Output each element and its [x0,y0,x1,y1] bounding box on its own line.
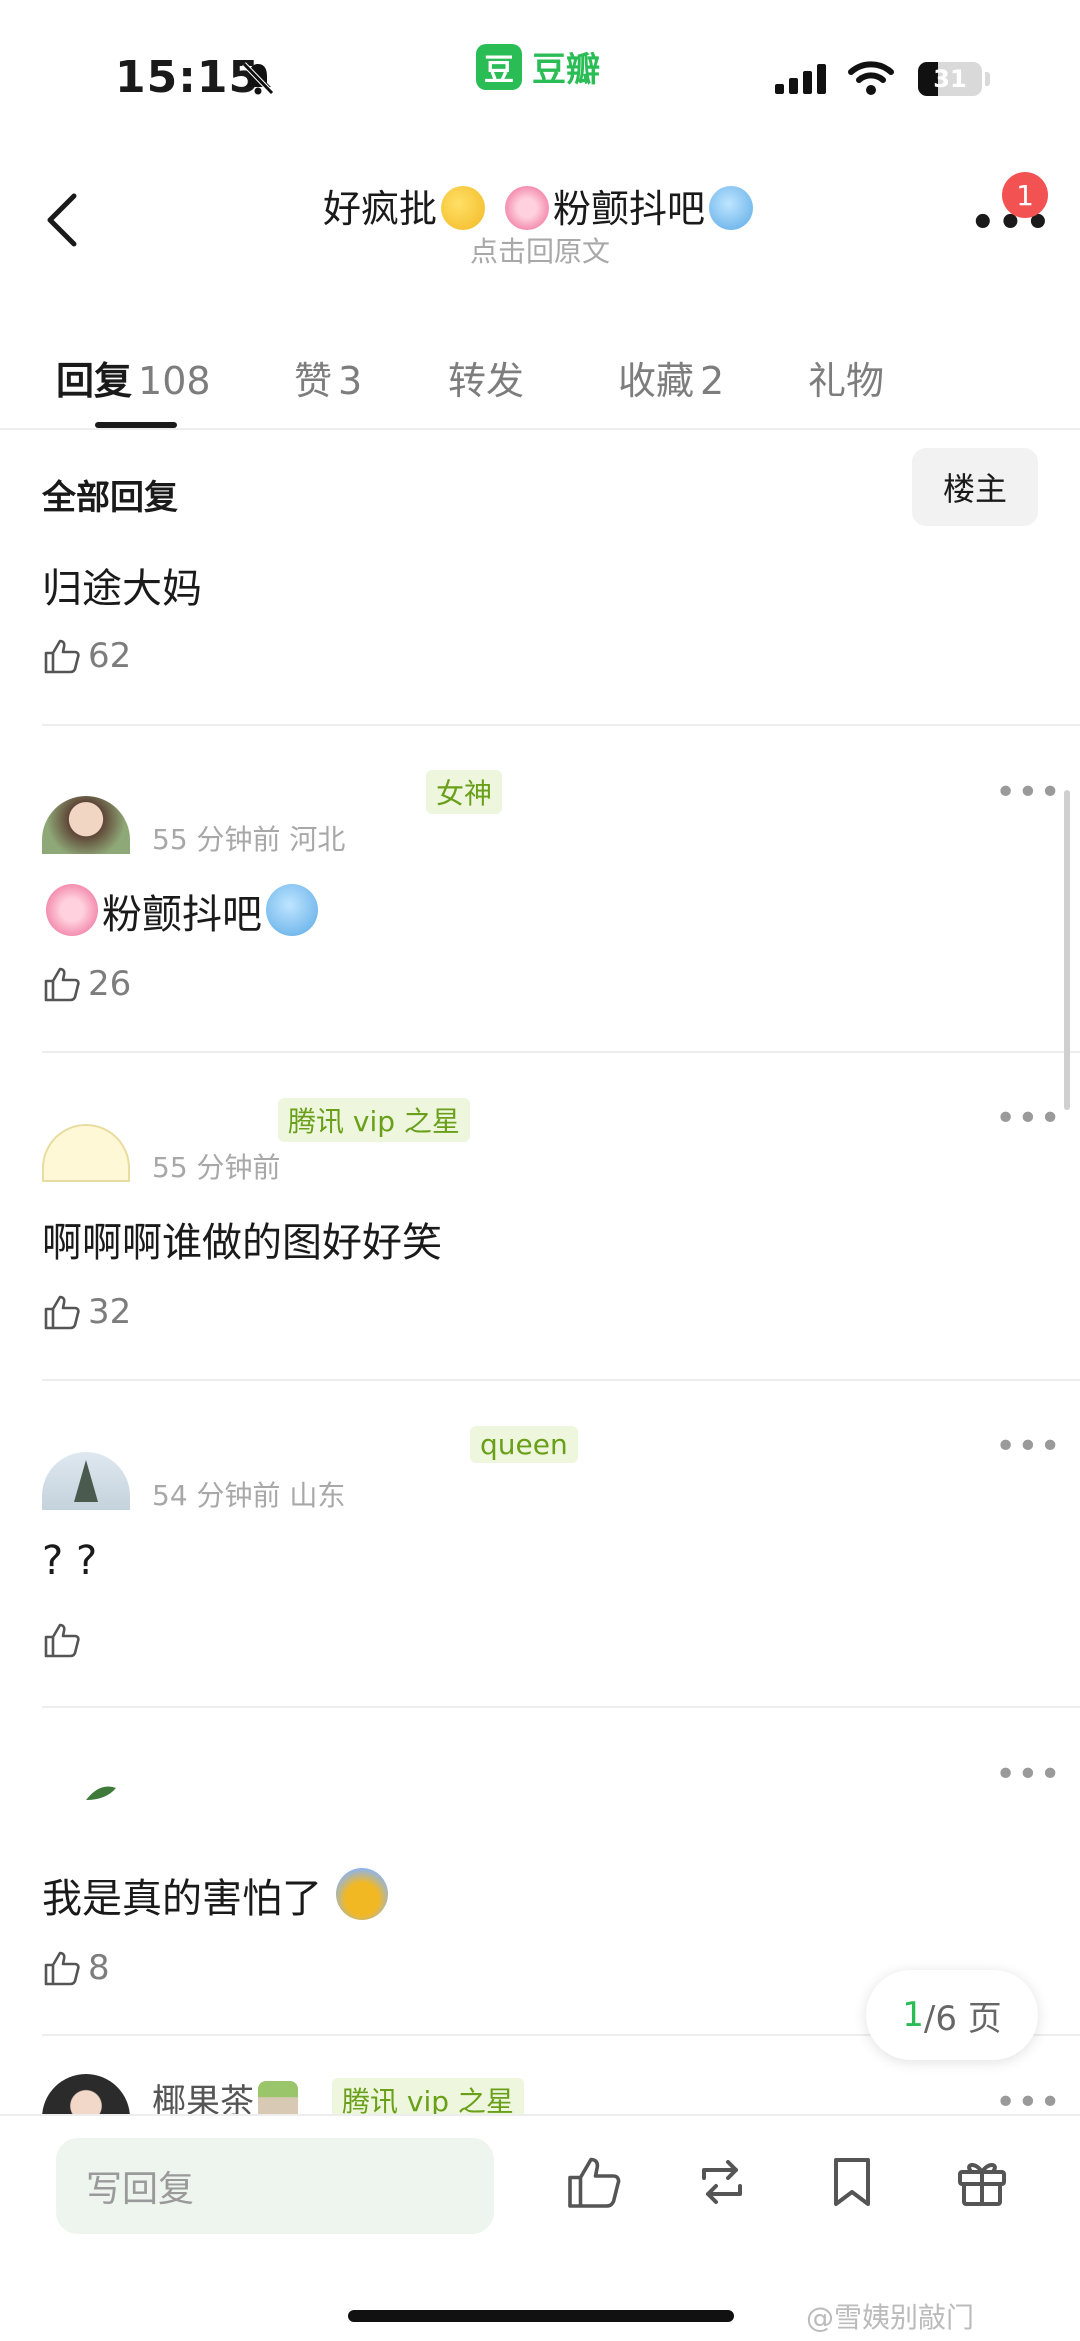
page-title[interactable]: 好疯批 粉颤抖吧 [0,178,1080,233]
user-badge: 女神 [426,770,503,814]
screaming-face-icon [336,1868,388,1920]
watermark: @雪姨别敲门 [806,2301,975,2334]
comment-text: 我是真的害怕了 [42,1866,392,1924]
like-button[interactable]: 32 [42,1292,131,1332]
tab-likes[interactable]: 赞3 [294,350,362,405]
divider [42,724,1080,726]
comment-text: 归途大妈 [42,566,202,612]
cold-face-icon [709,186,754,230]
comment-text: 啊啊啊谁做的图好好笑 [42,1220,442,1266]
thumbs-up-icon [44,1295,80,1330]
woozy-face-icon [440,186,485,230]
home-indicator[interactable] [348,2310,734,2322]
like-button[interactable]: 8 [42,1948,110,1988]
like-button[interactable]: 26 [42,964,131,1004]
tab-label: 赞 [294,359,333,403]
avatar[interactable] [42,1452,130,1510]
douban-logo-icon: 豆 [476,43,522,90]
avatar[interactable] [42,1124,130,1182]
status-time: 15:15 [115,52,261,103]
cherry-blossom-icon [46,884,98,936]
title-suffix: 粉颤抖吧 [553,187,706,231]
gift-icon[interactable] [952,2152,1012,2212]
like-button[interactable]: 62 [42,636,131,676]
reply-input[interactable]: 写回复 [56,2138,494,2234]
thumbs-up-icon [44,639,80,674]
tab-replies[interactable]: 回复 108 [56,350,211,405]
status-bar: 15:15 豆 豆瓣 31 [0,0,1080,150]
app-badge[interactable]: 豆 豆瓣 [476,42,600,91]
thumbs-up-icon [44,1623,80,1658]
tab-label: 收藏 [618,359,695,403]
bell-muted-icon [242,62,274,95]
owner-only-button[interactable]: 楼主 [912,448,1038,526]
wifi-icon [848,61,894,95]
leaf-icon [86,1786,116,1800]
divider [42,1379,1080,1381]
nav-header: 好疯批 粉颤抖吧 点击回原文 ••• 1 [0,160,1080,280]
tab-label: 转发 [448,359,525,403]
comment-body: 粉颤抖吧 [102,892,262,938]
battery-percent: 31 [933,65,967,93]
thumbs-up-icon [44,967,80,1002]
tab-reposts[interactable]: 转发 [448,350,524,405]
like-count: 62 [88,636,132,676]
signal-icon [775,64,826,94]
more-options-icon[interactable]: ••• [995,1426,1062,1467]
tab-count: 3 [338,359,363,403]
comment-meta: 55 分钟前 [152,1151,281,1184]
comment-text: 粉颤抖吧 [42,882,322,940]
tab-bar: 回复 108 赞3 转发 收藏 2 礼物 [0,330,1080,430]
repost-icon[interactable] [692,2152,752,2212]
current-page: 1 [902,1995,924,2035]
page-indicator[interactable]: 1/6 页 [866,1970,1038,2060]
section-title: 全部回复 [42,478,178,518]
user-badge: 腾讯 vip 之星 [278,1098,470,1142]
like-button[interactable] [42,1620,88,1660]
cold-face-icon [266,884,318,936]
more-options-icon[interactable]: ••• [995,772,1062,813]
comment-body: 我是真的害怕了 [42,1876,322,1922]
tab-gifts[interactable]: 礼物 [808,350,884,405]
back-to-post-link[interactable]: 点击回原文 [0,230,1080,270]
comment-text: ? ? [42,1538,98,1584]
like-count: 32 [88,1292,132,1332]
divider [42,1051,1080,1053]
thumbs-up-icon [44,1951,80,1986]
scrollbar[interactable] [1064,790,1070,1110]
user-badge: queen [470,1426,578,1463]
battery-icon: 31 [918,62,982,96]
comment-meta: 55 分钟前 河北 [152,823,346,856]
battery-tip [985,72,990,86]
tab-count: 108 [138,359,211,403]
like-count: 26 [88,964,132,1004]
total-pages: /6 页 [923,1998,1002,2039]
divider [42,1706,1080,1708]
tree-icon [74,1460,98,1502]
notification-badge: 1 [1002,172,1048,218]
tab-collections[interactable]: 收藏 2 [618,350,724,405]
tab-count: 2 [700,359,725,403]
active-tab-indicator [95,422,177,428]
avatar[interactable] [42,796,130,854]
more-options-icon[interactable]: ••• [995,1098,1062,1139]
cherry-blossom-icon [505,186,550,230]
tab-label: 礼物 [808,359,885,403]
tab-label: 回复 [56,359,133,403]
like-count: 8 [88,1948,110,1988]
app-name: 豆瓣 [532,50,600,90]
bookmark-icon[interactable] [822,2152,882,2212]
thumbs-up-icon[interactable] [564,2152,624,2212]
comment-meta: 54 分钟前 山东 [152,1479,346,1512]
title-prefix: 好疯批 [322,187,437,231]
more-options-icon[interactable]: ••• [995,1754,1062,1795]
